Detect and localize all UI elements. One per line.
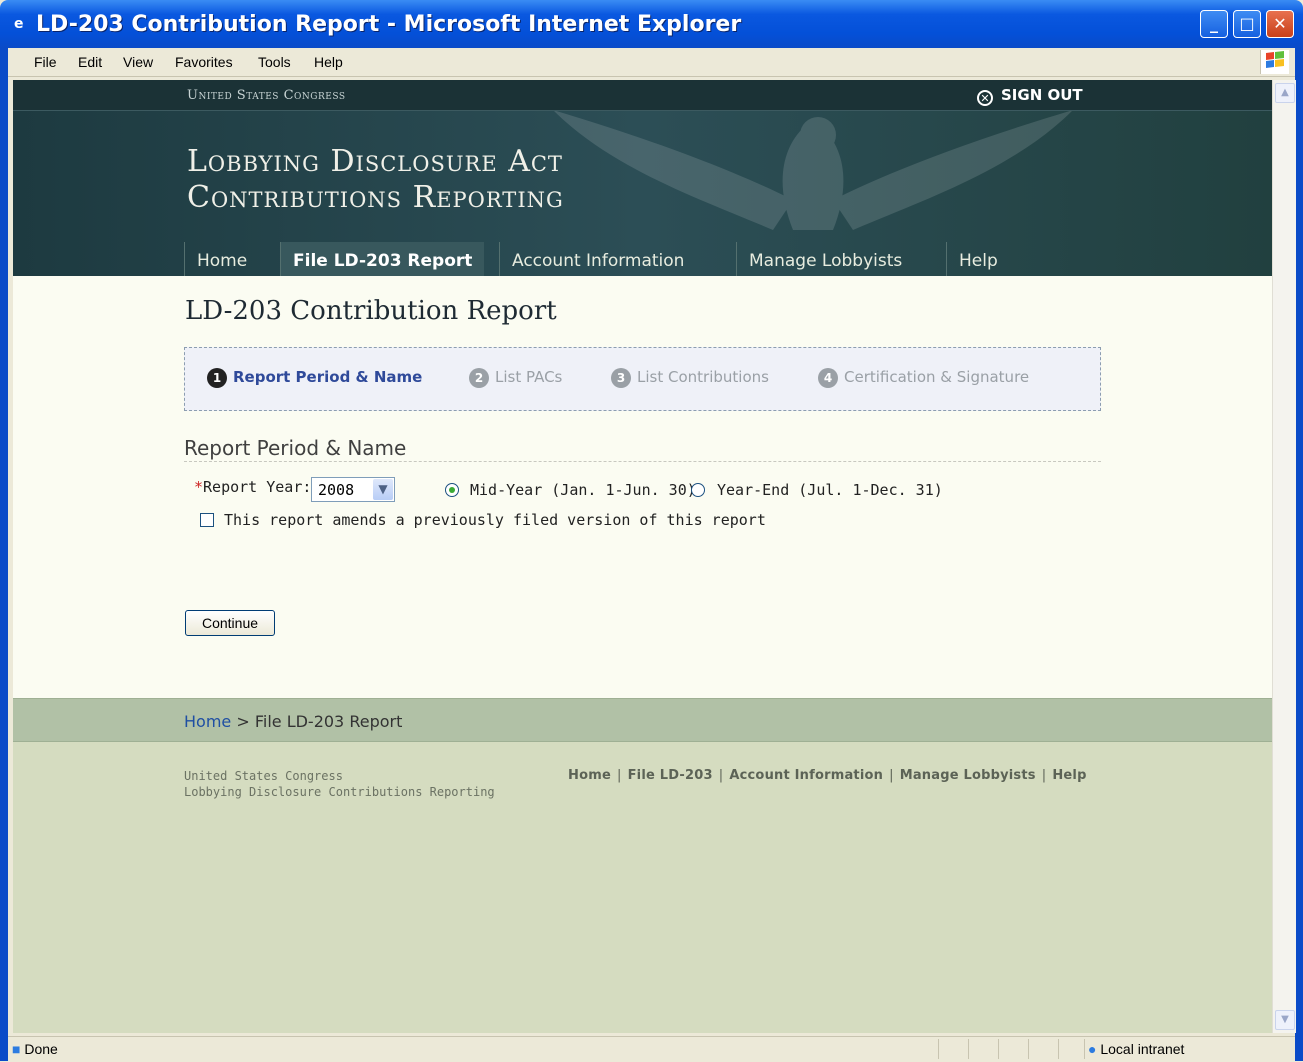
tab-home[interactable]: Home [184, 242, 259, 276]
amend-label: This report amends a previously filed ve… [224, 511, 766, 529]
site-footer: United States Congress Lobbying Disclosu… [13, 742, 1272, 1033]
report-year-label: *Report Year: [194, 478, 312, 496]
window-frame-right [1295, 48, 1303, 1061]
footer-link-help[interactable]: Help [1052, 768, 1086, 783]
app-title-line1: Lobbying Disclosure Act [187, 144, 563, 179]
globe-icon: ● [1088, 1041, 1097, 1057]
footer-link-account-information[interactable]: Account Information [729, 768, 883, 783]
security-zone: ● Local intranet [1088, 1041, 1185, 1057]
status-text: ■ Done [12, 1041, 58, 1057]
window-titlebar: e LD-203 Contribution Report - Microsoft… [0, 0, 1303, 48]
sign-out-label: SIGN OUT [1001, 86, 1083, 104]
step-list-pacs: 2 List PACs [469, 368, 562, 388]
step-certification: 4 Certification & Signature [818, 368, 1029, 388]
menu-bar: File Edit View Favorites Tools Help [8, 48, 1295, 77]
maximize-button[interactable]: □ [1233, 10, 1261, 38]
required-marker: * [194, 478, 204, 496]
menu-edit[interactable]: Edit [78, 54, 102, 70]
org-name: United States Congress [187, 88, 346, 103]
amend-checkbox[interactable] [200, 513, 214, 527]
window-title: LD-203 Contribution Report - Microsoft I… [36, 12, 742, 37]
scroll-down-icon[interactable]: ▼ [1275, 1010, 1295, 1030]
menu-view[interactable]: View [123, 54, 153, 70]
breadcrumb: Home > File LD-203 Report [184, 712, 403, 731]
site-header: United States Congress ✕ SIGN OUT Lobbyin… [13, 80, 1272, 276]
footer-link-manage-lobbyists[interactable]: Manage Lobbyists [900, 768, 1036, 783]
windows-logo-icon [1260, 50, 1289, 74]
section-divider [184, 461, 1101, 462]
footer-link-home[interactable]: Home [568, 768, 611, 783]
menu-tools[interactable]: Tools [258, 54, 291, 70]
tab-account-information[interactable]: Account Information [499, 242, 696, 276]
internet-explorer-icon: e [14, 16, 24, 32]
close-button[interactable]: ✕ [1266, 10, 1294, 38]
continue-button[interactable]: Continue [185, 610, 275, 636]
main-nav: Home File LD-203 Report Account Informat… [13, 242, 1272, 276]
step-indicator: 1 Report Period & Name 2 List PACs 3 List C… [184, 347, 1101, 411]
sign-out-link[interactable]: ✕ SIGN OUT [977, 86, 1083, 106]
vertical-scrollbar[interactable]: ▲ ▼ [1272, 80, 1296, 1033]
year-end-radio[interactable] [691, 483, 705, 497]
menu-help[interactable]: Help [314, 54, 343, 70]
page-viewport: United States Congress ✕ SIGN OUT Lobbyin… [13, 80, 1272, 1033]
tab-manage-lobbyists[interactable]: Manage Lobbyists [736, 242, 914, 276]
menu-favorites[interactable]: Favorites [175, 54, 233, 70]
section-title: Report Period & Name [184, 436, 407, 460]
chevron-down-icon[interactable]: ▼ [373, 479, 393, 500]
footer-link-file-ld203[interactable]: File LD-203 [628, 768, 713, 783]
close-circle-icon: ✕ [977, 90, 993, 106]
report-year-select[interactable]: 2008 ▼ [311, 477, 395, 502]
tab-file-ld203[interactable]: File LD-203 Report [280, 242, 485, 276]
breadcrumb-home[interactable]: Home [184, 712, 231, 731]
tab-help[interactable]: Help [946, 242, 1010, 276]
footer-org: United States Congress Lobbying Disclosu… [184, 769, 495, 799]
status-bar: ■ Done ● Local intranet [8, 1036, 1295, 1062]
window-frame-left [0, 48, 8, 1061]
mid-year-radio[interactable] [445, 483, 459, 497]
top-strip: United States Congress ✕ SIGN OUT [13, 80, 1272, 111]
app-title-line2: Contributions Reporting [187, 180, 564, 215]
page-icon: ■ [12, 1041, 21, 1057]
step-list-contributions: 3 List Contributions [611, 368, 769, 388]
page-title: LD-203 Contribution Report [185, 296, 557, 326]
minimize-button[interactable]: _ [1200, 10, 1228, 38]
scroll-up-icon[interactable]: ▲ [1275, 83, 1295, 103]
breadcrumb-bar: Home > File LD-203 Report [13, 698, 1272, 742]
step-report-period: 1 Report Period & Name [207, 368, 422, 388]
menu-file[interactable]: File [34, 54, 57, 70]
report-year-value: 2008 [318, 481, 355, 499]
year-end-label: Year-End (Jul. 1-Dec. 31) [717, 481, 943, 499]
footer-links: Home | File LD-203 | Account Information | Man… [568, 768, 1087, 783]
breadcrumb-current: File LD-203 Report [254, 712, 403, 731]
mid-year-label: Mid-Year (Jan. 1-Jun. 30) [470, 481, 696, 499]
